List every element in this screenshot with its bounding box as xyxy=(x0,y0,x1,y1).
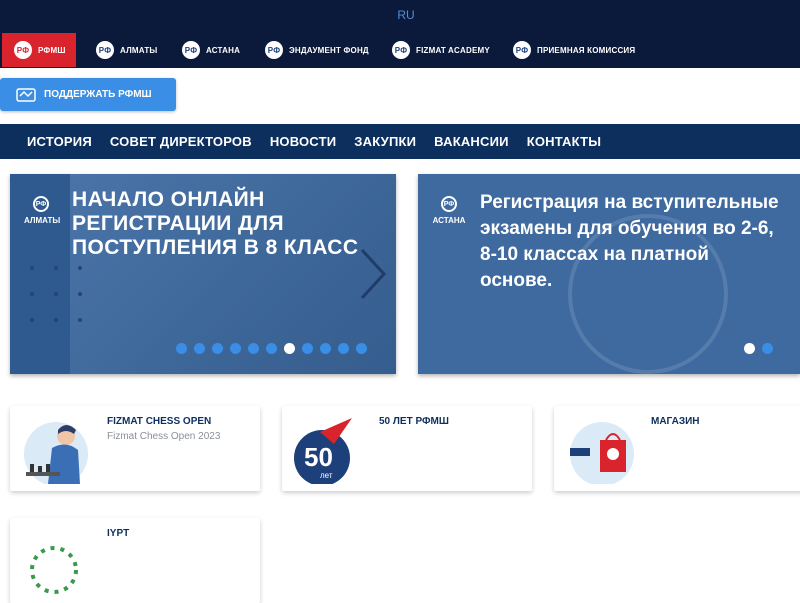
card-chess-open[interactable]: FIZMAT CHESS OPEN Fizmat Chess Open 2023 xyxy=(10,406,260,491)
rfmsh-logo-icon: РФ xyxy=(513,41,531,59)
slider-dot[interactable] xyxy=(302,343,313,354)
slider-dot[interactable] xyxy=(212,343,223,354)
slider-dot[interactable] xyxy=(284,343,295,354)
anniversary-50-icon: 50 лет xyxy=(294,418,352,484)
rfmsh-logo-icon: РФ xyxy=(33,196,49,212)
site-tab-astana[interactable]: РФ АСТАНА xyxy=(170,33,250,67)
support-rfmsh-button[interactable]: ПОДДЕРЖАТЬ РФМШ xyxy=(0,78,176,111)
top-bar: RU РФ РФМШ РФ АЛМАТЫ РФ АСТАНА РФ ЭНДАУМ… xyxy=(0,0,800,68)
support-button-label: ПОДДЕРЖАТЬ РФМШ xyxy=(44,89,152,100)
site-tab-fizmat-academy[interactable]: РФ FIZMAT ACADEMY xyxy=(380,33,500,67)
card-image xyxy=(562,414,642,484)
slide-badge: АЛМАТЫ xyxy=(24,216,61,225)
slider-dot[interactable] xyxy=(762,343,773,354)
rfmsh-logo-icon: РФ xyxy=(392,41,410,59)
site-tab-admissions[interactable]: РФ ПРИЕМНАЯ КОМИССИЯ xyxy=(501,33,645,67)
card-image xyxy=(18,414,98,484)
card-shop[interactable]: МАГАЗИН xyxy=(554,406,800,491)
language-switch[interactable]: RU xyxy=(0,8,800,22)
slider-dots xyxy=(176,343,367,354)
site-tab-almaty[interactable]: РФ АЛМАТЫ xyxy=(84,33,167,67)
card-subtitle: Fizmat Chess Open 2023 xyxy=(107,431,221,442)
nav-item-procurement[interactable]: ЗАКУПКИ xyxy=(354,134,416,149)
site-tab-label: ПРИЕМНАЯ КОМИССИЯ xyxy=(537,45,636,55)
slider-dot[interactable] xyxy=(230,343,241,354)
card-title: 50 ЛЕТ РФМШ xyxy=(379,416,449,427)
main-nav: ИСТОРИЯ СОВЕТ ДИРЕКТОРОВ НОВОСТИ ЗАКУПКИ… xyxy=(0,124,800,159)
slider-dot[interactable] xyxy=(248,343,259,354)
slider-dot[interactable] xyxy=(320,343,331,354)
slide-badge: АСТАНА xyxy=(432,216,466,225)
site-tab-label: РФМШ xyxy=(38,45,66,55)
slider-dot[interactable] xyxy=(194,343,205,354)
shopping-bag-icon xyxy=(570,422,634,484)
site-tab-endowment[interactable]: РФ ЭНДАУМЕНТ ФОНД xyxy=(253,33,379,67)
nav-item-board[interactable]: СОВЕТ ДИРЕКТОРОВ xyxy=(110,134,252,149)
site-tab-label: ЭНДАУМЕНТ ФОНД xyxy=(289,45,369,55)
slider-dot[interactable] xyxy=(266,343,277,354)
slider-astana[interactable]: РФ АСТАНА Регистрация на вступительные э… xyxy=(418,174,800,374)
iypt-logo-icon xyxy=(30,546,78,594)
rfmsh-logo-icon: РФ xyxy=(265,41,283,59)
slide-logo: РФ АСТАНА xyxy=(432,196,466,225)
slider-dot[interactable] xyxy=(744,343,755,354)
chess-player-icon xyxy=(24,422,88,484)
site-tab-label: АСТАНА xyxy=(206,45,241,55)
rfmsh-logo-icon: РФ xyxy=(14,41,32,59)
handshake-icon xyxy=(16,87,36,102)
anniversary-number: 50 xyxy=(304,442,333,472)
card-iypt[interactable]: IYPT xyxy=(10,518,260,603)
slide-logo: РФ АЛМАТЫ xyxy=(24,196,61,225)
card-image xyxy=(18,526,98,596)
site-tab-label: АЛМАТЫ xyxy=(120,45,158,55)
nav-item-vacancies[interactable]: ВАКАНСИИ xyxy=(434,134,509,149)
rfmsh-logo-icon: РФ xyxy=(441,196,457,212)
card-title: МАГАЗИН xyxy=(651,416,700,427)
slide-title[interactable]: НАЧАЛО ОНЛАЙН РЕГИСТРАЦИИ ДЛЯ ПОСТУПЛЕНИ… xyxy=(72,188,362,260)
rfmsh-logo-icon: РФ xyxy=(96,41,114,59)
slider-dots xyxy=(744,343,773,354)
nav-item-contacts[interactable]: КОНТАКТЫ xyxy=(527,134,601,149)
slider-dot[interactable] xyxy=(176,343,187,354)
anniversary-word: лет xyxy=(320,471,333,480)
slider-almaty[interactable]: РФ АЛМАТЫ НАЧАЛО ОНЛАЙН РЕГИСТРАЦИИ ДЛЯ … xyxy=(10,174,396,374)
nav-item-history[interactable]: ИСТОРИЯ xyxy=(27,134,92,149)
card-50-years[interactable]: 50 лет 50 ЛЕТ РФМШ xyxy=(282,406,532,491)
card-title: IYPT xyxy=(107,528,130,539)
site-tab-label: FIZMAT ACADEMY xyxy=(416,45,490,55)
slide-title[interactable]: Регистрация на вступительные экзамены дл… xyxy=(480,190,780,294)
site-tab-rfmsh[interactable]: РФ РФМШ xyxy=(2,33,76,67)
nav-item-news[interactable]: НОВОСТИ xyxy=(270,134,336,149)
rfmsh-logo-icon: РФ xyxy=(182,41,200,59)
chevron-right-icon[interactable] xyxy=(358,246,388,302)
card-image: 50 лет xyxy=(290,414,370,484)
slider-dot[interactable] xyxy=(338,343,349,354)
card-title: FIZMAT CHESS OPEN xyxy=(107,416,212,427)
decor-dot-grid xyxy=(30,266,102,322)
slider-dot[interactable] xyxy=(356,343,367,354)
